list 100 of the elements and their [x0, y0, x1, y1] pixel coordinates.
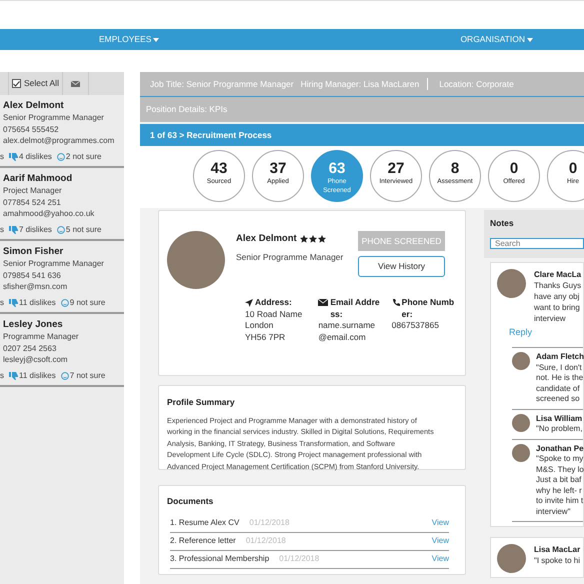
candidate-phone: 075654 555452 [3, 124, 60, 135]
profile-title: Senior Programme Manager [236, 251, 344, 264]
likes-count: s [0, 150, 4, 162]
candidate-title: Programme Manager [3, 331, 80, 342]
candidate-name: Alex Delmont [3, 99, 65, 112]
position-details: Position Details: KPIs [146, 103, 228, 116]
candidate-name: Aarif Mahmood [3, 172, 74, 185]
note-author: Clare MacLa [534, 268, 582, 280]
envelope-icon [70, 80, 80, 86]
star-icon [300, 235, 308, 244]
view-history-button[interactable]: View History [358, 256, 445, 277]
contact-heading: Phone Number: [402, 297, 456, 320]
location: Location: Corporate [439, 78, 514, 90]
candidate-name: Simon Fisher [3, 245, 64, 258]
star-icon [308, 235, 317, 244]
likes-count: s [0, 296, 4, 308]
note-text: to invite him t [536, 496, 584, 507]
note-text: Thanks Guys [534, 280, 582, 291]
candidate-item[interactable]: Alex Delmont Senior Programme Manager 075654 555452 alex.delmot@programmes.com s 4 dislikes 2 not sure [0, 95, 124, 168]
candidate-item[interactable]: Lesley Jones Programme Manager 0207 254 2563 lesleyj@csoft.com s 11 dislikes 7 not sure [0, 314, 124, 387]
smiley-icon [56, 152, 65, 160]
document-name: 1. Resume Alex CV [170, 517, 240, 530]
candidate-name: Lesley Jones [3, 318, 64, 331]
note-author: Adam Fletch [536, 352, 584, 363]
breadcrumb: 1 of 63 > Recruitment Process [150, 128, 272, 142]
note-author: Jonathan Pe [536, 444, 584, 454]
checkbox[interactable] [12, 79, 21, 88]
contact-value: London [245, 320, 274, 332]
note-text: Just a bit baf [536, 475, 582, 486]
note-text: interview" [536, 506, 572, 518]
not-sure-count: 2 not sure [66, 150, 102, 162]
avatar [512, 444, 530, 462]
contact-value: 10 Road Name [245, 308, 304, 320]
avatar [512, 414, 530, 432]
candidate-item[interactable]: Aarif Mahmood Project Manager 077854 524 251 amahmood@yahoo.co.uk s 7 dislikes 5 not sure [0, 168, 124, 241]
not-sure-count: 7 not sure [70, 370, 106, 382]
candidate-title: Senior Programme Manager [3, 112, 105, 124]
candidate-title: Project Manager [3, 185, 63, 196]
likes-count: s [0, 224, 4, 236]
candidate-phone: 079854 541 636 [3, 270, 62, 281]
thumbs-down-icon [9, 226, 18, 234]
note-text: "Sure, I don't [536, 362, 583, 374]
documents-title: Documents [167, 495, 214, 508]
contact-value: name.surname [318, 320, 376, 332]
contact-value: YH56 7PR [245, 332, 286, 343]
smiley-icon [60, 372, 69, 380]
document-date: 01/12/2018 [246, 535, 286, 548]
note-text: why he left- r [536, 486, 583, 496]
note-author: Lisa MacLar [534, 544, 580, 556]
search-field[interactable]: Search [490, 238, 584, 250]
candidate-phone: 0207 254 2563 [3, 342, 58, 354]
contact-heading: Email Address: [330, 297, 381, 320]
note-text: "No problem, [536, 424, 582, 435]
candidate-email: lesleyj@csoft.com [3, 354, 69, 366]
contact-value: @email.com [318, 332, 367, 343]
contact-heading: Address: [255, 297, 292, 308]
envelope-icon [318, 299, 328, 306]
smiley-icon [60, 298, 69, 306]
contact-value: 0867537865 [392, 320, 440, 332]
dislikes-count: 7 dislikes [19, 224, 52, 236]
note-text: "Spoke to my [536, 454, 584, 465]
avatar [512, 352, 530, 370]
note-text: not. He is the [536, 373, 584, 384]
note-author: Lisa William [536, 414, 582, 424]
document-name: 2. Reference letter [170, 535, 236, 548]
dislikes-count: 4 dislikes [19, 150, 52, 162]
candidate-email: amahmood@yahoo.co.uk [3, 208, 96, 220]
job-title: Job Title: Senior Programme Manager [150, 78, 294, 90]
avatar [497, 268, 526, 298]
document-date: 01/12/2018 [249, 517, 290, 530]
candidate-item[interactable]: Simon Fisher Senior Programme Manager 079854 541 636 sfisher@msn.com s 11 dislikes 9 not sure [0, 241, 124, 314]
candidate-title: Senior Programme Manager [3, 258, 105, 270]
note-text: candidate of [536, 384, 581, 394]
thumbs-down-icon [9, 372, 18, 380]
summary-title: Profile Summary [167, 396, 236, 409]
note-text: interview [534, 312, 567, 324]
likes-count: s [0, 370, 4, 382]
profile-name: Alex Delmont [236, 232, 297, 246]
status-badge: PHONE SCREENED [358, 231, 445, 251]
note-text: "I spoke to hi [534, 555, 580, 566]
not-sure-count: 9 not sure [70, 296, 106, 308]
not-sure-count: 5 not sure [66, 224, 102, 236]
dislikes-count: 11 dislikes [19, 296, 56, 308]
document-name: 3. Professional Membership [170, 553, 270, 566]
dislikes-count: 11 dislikes [19, 370, 56, 382]
checkmark-icon [13, 80, 20, 86]
document-date: 01/12/2018 [279, 553, 320, 566]
note-text: M&S. They lo [536, 464, 584, 476]
thumbs-down-icon [9, 298, 18, 306]
thumbs-down-icon [9, 152, 18, 160]
candidate-email: alex.delmot@programmes.com [3, 135, 116, 146]
location-arrow-icon [245, 299, 253, 307]
smiley-icon [56, 226, 65, 234]
hiring-manager: Hiring Manager: Lisa MacLaren [300, 78, 428, 90]
candidate-phone: 077854 524 251 [3, 196, 62, 208]
star-icon [318, 235, 326, 244]
notes-title: Notes [490, 217, 515, 230]
note-text: screened so [536, 394, 581, 405]
note-text: want to bring [534, 302, 581, 313]
avatar [497, 544, 526, 574]
